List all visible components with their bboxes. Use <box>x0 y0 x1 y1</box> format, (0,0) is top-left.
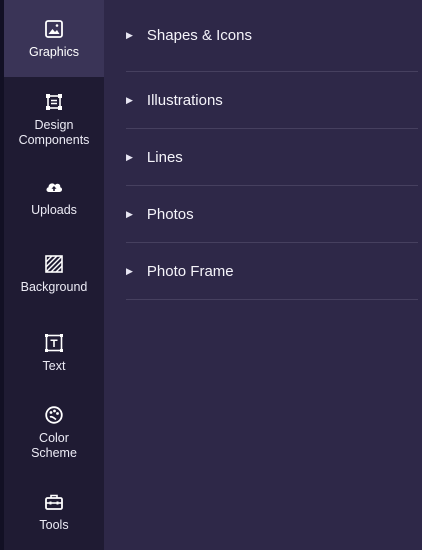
sidebar-rail: Graphics Design Components Uploads Backg… <box>0 0 104 550</box>
sidebar-item-graphics[interactable]: Graphics <box>4 0 104 78</box>
section-label: Shapes & Icons <box>146 27 252 44</box>
sidebar-item-label: Text <box>42 359 66 374</box>
caret-right-icon: ▶ <box>126 151 133 162</box>
section-label: Photo Frame <box>146 262 234 280</box>
sidebar-item-background[interactable]: Background <box>4 232 104 317</box>
sidebar-item-label: Background <box>20 280 88 295</box>
caret-right-icon: ▶ <box>126 265 133 276</box>
components-icon <box>43 91 65 113</box>
sidebar-item-label: Tools <box>39 518 69 533</box>
section-photos[interactable]: ▶ Photos <box>126 186 418 243</box>
sidebar-item-design-components[interactable]: Design Components <box>4 77 104 162</box>
section-illustrations[interactable]: ▶ Illustrations <box>126 72 418 129</box>
sidebar-item-label: Graphics <box>28 44 80 59</box>
sidebar-item-uploads[interactable]: Uploads <box>4 162 104 231</box>
app: Graphics Design Components Uploads Backg… <box>0 0 422 550</box>
caret-right-icon: ▶ <box>126 208 133 219</box>
section-label: Photos <box>146 205 194 223</box>
graphics-panel: ▶ Shapes & Icons ▶ Illustrations ▶ Lines… <box>104 0 422 550</box>
sidebar-item-label: Color Scheme <box>31 430 77 460</box>
sidebar-item-label: Design Components <box>18 118 90 148</box>
sidebar-item-color-scheme[interactable]: Color Scheme <box>4 390 104 475</box>
toolbox-icon <box>43 491 65 513</box>
section-label: Illustrations <box>146 91 223 109</box>
section-lines[interactable]: ▶ Lines <box>126 129 418 186</box>
caret-right-icon: ▶ <box>126 30 133 40</box>
caret-right-icon: ▶ <box>126 94 133 105</box>
sidebar-item-text[interactable]: Text <box>4 316 104 389</box>
background-pattern-icon <box>43 253 65 275</box>
sidebar-item-label: Uploads <box>31 202 77 217</box>
cloud-upload-icon <box>43 176 65 198</box>
text-icon <box>43 332 65 354</box>
sidebar-item-tools[interactable]: Tools <box>4 475 104 550</box>
section-label: Lines <box>146 148 183 166</box>
section-photo-frame[interactable]: ▶ Photo Frame <box>126 243 418 300</box>
image-icon <box>43 18 65 40</box>
section-shapes-icons[interactable]: ▶ Shapes & Icons <box>126 0 418 72</box>
palette-icon <box>43 404 65 426</box>
